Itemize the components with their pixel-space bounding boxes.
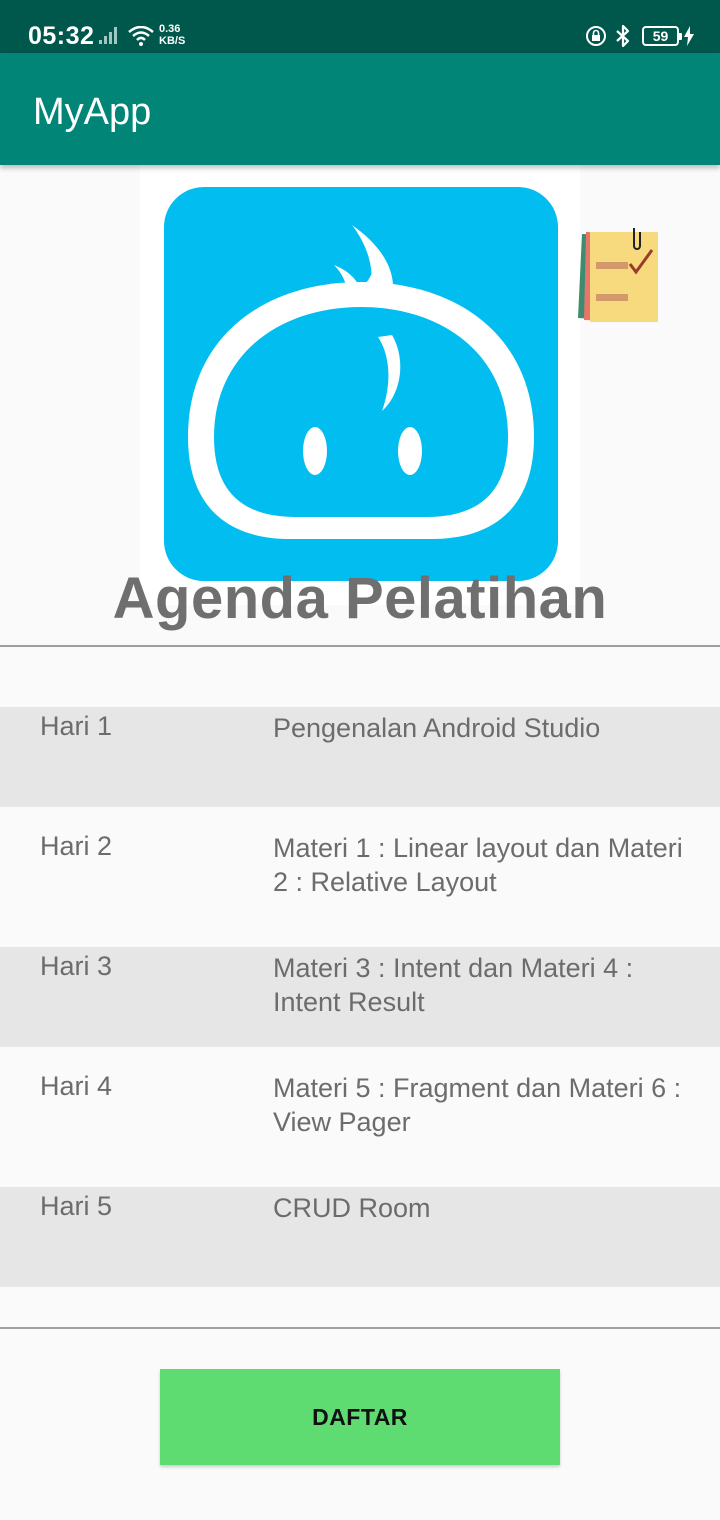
row-topic: CRUD Room <box>273 1193 431 1223</box>
row-topic: Materi 3 : Intent dan Materi 4 : Intent … <box>273 953 634 1017</box>
wifi-icon <box>128 25 154 51</box>
row-topic: Materi 5 : Fragment dan Materi 6 : View … <box>273 1073 682 1137</box>
speed-value: 0.36 <box>159 23 181 35</box>
page-title: Agenda Pelatihan <box>112 566 608 631</box>
status-time: 05:32 <box>28 22 95 50</box>
signal-icon <box>99 26 121 49</box>
schedule-row: Hari 3 Materi 3 : Intent dan Materi 4 : … <box>0 947 720 1047</box>
top-divider <box>0 645 720 647</box>
app-logo-icon <box>164 187 558 581</box>
schedule-row: Hari 1 Pengenalan Android Studio <box>0 707 720 807</box>
bluetooth-icon <box>614 24 632 53</box>
sticky-note-checklist-icon <box>578 228 658 322</box>
hero-image <box>140 165 580 605</box>
app-title: MyApp <box>33 91 152 133</box>
app-bar: MyApp <box>0 53 720 165</box>
schedule-row: Hari 5 CRUD Room <box>0 1187 720 1287</box>
register-button[interactable]: DAFTAR <box>160 1369 560 1465</box>
lock-rotation-icon <box>585 25 607 52</box>
row-topic: Pengenalan Android Studio <box>273 713 601 743</box>
battery-icon: 59 <box>642 26 682 46</box>
row-day: Hari 5 <box>40 1191 113 1221</box>
row-day: Hari 1 <box>40 711 113 741</box>
row-day: Hari 4 <box>40 1071 113 1101</box>
speed-unit: KB/S <box>159 35 186 47</box>
bottom-divider <box>0 1327 720 1329</box>
charging-icon <box>684 26 694 51</box>
network-speed: 0.36 KB/S <box>159 23 185 47</box>
row-day: Hari 3 <box>40 951 113 981</box>
row-day: Hari 2 <box>40 831 113 861</box>
schedule-row: Hari 4 Materi 5 : Fragment dan Materi 6 … <box>0 1067 720 1187</box>
row-topic: Materi 1 : Linear layout dan Materi 2 : … <box>273 833 683 897</box>
schedule-row: Hari 2 Materi 1 : Linear layout dan Mate… <box>0 827 720 947</box>
status-bar: 05:32 0.36 KB/S 59 <box>0 0 720 53</box>
